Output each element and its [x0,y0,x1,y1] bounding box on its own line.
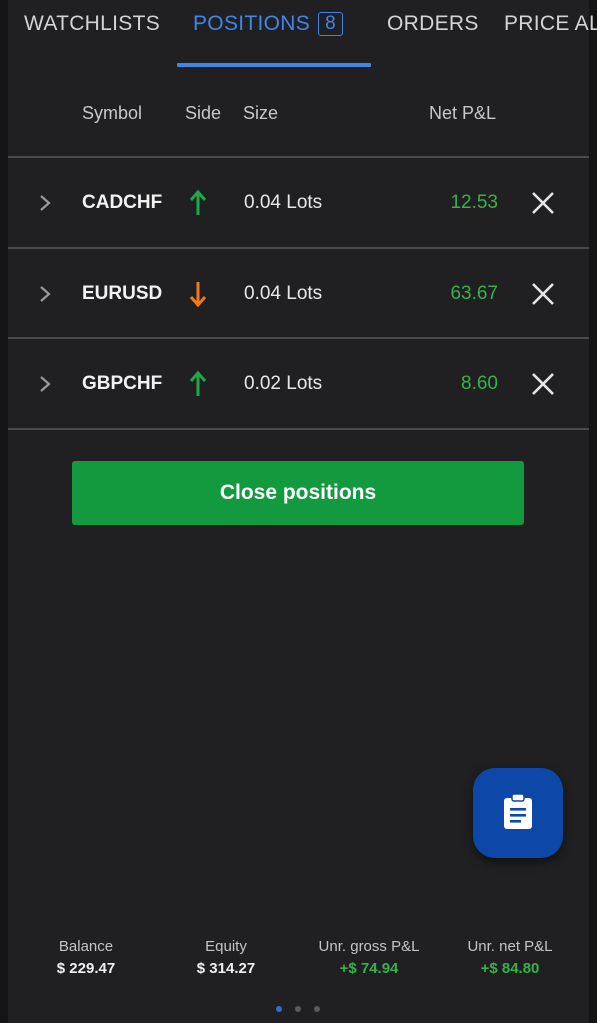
tab-label: WATCHLISTS [24,12,161,35]
position-symbol: GBPCHF [82,373,163,394]
close-position-icon[interactable] [530,190,556,216]
close-position-icon[interactable] [530,371,556,397]
up-arrow-icon [189,370,207,396]
chevron-right-icon[interactable] [36,282,56,306]
column-header-side: Side [185,103,222,123]
page-dot[interactable] [276,1006,282,1012]
position-size: 0.02 Lots [244,373,323,394]
divider [8,428,589,430]
column-header-symbol: Symbol [82,103,143,123]
position-symbol: EURUSD [82,283,163,304]
tab-bar: WATCHLISTS POSITIONS 8 ORDERS PRICE AL [0,0,597,68]
column-header-size: Size [243,103,279,123]
unrealized-gross-pnl-value: +$ 74.94 [339,960,399,977]
tab-label: PRICE AL [504,12,597,35]
page-indicator [0,1006,597,1014]
position-row[interactable]: CADCHF 0.04 Lots 12.53 [8,158,589,248]
balance-value: $ 229.47 [56,960,116,977]
equity-label: Equity [205,938,247,955]
position-net-pnl: 63.67 [450,283,498,304]
active-tab-indicator [177,63,371,67]
balance-stat: Balance $ 229.47 [16,938,156,977]
page-dot[interactable] [314,1006,320,1012]
clipboard-fab-button[interactable] [473,768,563,858]
up-arrow-icon [189,189,207,215]
position-net-pnl: 12.53 [450,192,498,213]
position-row[interactable]: GBPCHF 0.02 Lots 8.60 [8,339,589,429]
positions-count-badge: 8 [318,12,343,36]
position-row[interactable]: EURUSD 0.04 Lots 63.67 [8,249,589,339]
tab-label: ORDERS [387,12,479,35]
position-net-pnl: 8.60 [461,373,498,394]
tab-watchlists[interactable]: WATCHLISTS [24,12,160,36]
tab-label: POSITIONS [193,12,311,35]
balance-label: Balance [58,938,114,955]
page-dot[interactable] [295,1006,301,1012]
position-size: 0.04 Lots [244,192,323,213]
close-positions-button[interactable]: Close positions [72,461,524,525]
tab-orders[interactable]: ORDERS [387,12,479,36]
position-symbol: CADCHF [82,192,163,213]
chevron-right-icon[interactable] [36,372,56,396]
down-arrow-icon [189,282,207,308]
tab-price-alerts[interactable]: PRICE AL [504,12,597,36]
unrealized-net-pnl-stat: Unr. net P&L +$ 84.80 [440,938,580,977]
clipboard-icon [504,793,532,829]
unrealized-net-pnl-label: Unr. net P&L [467,938,553,955]
unrealized-gross-pnl-label: Unr. gross P&L [318,938,420,955]
unrealized-gross-pnl-stat: Unr. gross P&L +$ 74.94 [299,938,439,977]
chevron-right-icon[interactable] [36,191,56,215]
unrealized-net-pnl-value: +$ 84.80 [480,960,540,977]
equity-value: $ 314.27 [196,960,256,977]
column-header-net-pnl: Net P&L [429,103,497,123]
close-position-icon[interactable] [530,281,556,307]
position-size: 0.04 Lots [244,283,323,304]
tab-positions[interactable]: POSITIONS 8 [193,12,343,36]
equity-stat: Equity $ 314.27 [156,938,296,977]
